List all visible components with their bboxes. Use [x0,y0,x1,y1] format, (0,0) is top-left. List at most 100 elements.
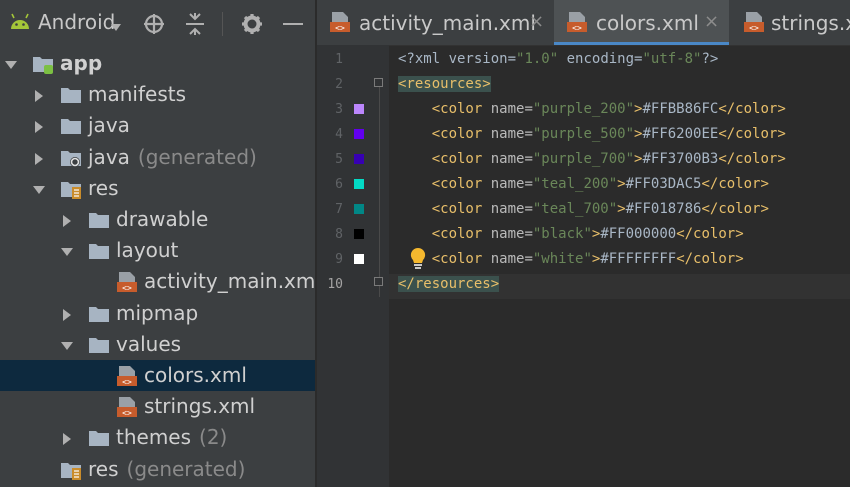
color-close-tag: </color> [718,126,786,142]
color-name-attr: name= [482,226,533,242]
tree-item-label: manifests [88,82,186,106]
code-line[interactable]: <?xml version="1.0" encoding="utf-8"?> [398,47,718,72]
code-line[interactable]: <color name="black">#FF000000</color> [398,222,744,247]
tree-item-drawable[interactable]: drawable [0,204,315,235]
color-swatch[interactable] [354,154,364,164]
line-number: 6 [335,177,343,192]
color-swatch[interactable] [354,104,364,114]
color-open-tag: <color [431,101,483,117]
code-line[interactable]: <resources> [398,72,491,97]
folder-icon [88,303,110,325]
resources-close-tag: </resources> [398,276,500,292]
expand-arrow-icon[interactable] [60,244,73,258]
tree-item-label: java [88,113,130,137]
tree-item-label: res [88,176,119,200]
editor-area: <> activity_main.xml × <> colors.xml × <… [317,0,850,487]
tree-item-label: java (generated) [88,145,257,169]
svg-text:<>: <> [122,284,132,293]
color-open-tag: <color [431,201,483,217]
color-swatch[interactable] [354,229,364,239]
code-line[interactable]: <color name="purple_700">#FF3700B3</colo… [398,147,786,172]
tab-activity-main[interactable]: <> activity_main.xml × [317,0,551,45]
tree-item-res[interactable]: res [0,173,315,204]
code-line[interactable]: <color name="white">#FFFFFFFF</color> [398,247,744,272]
collapse-arrow-icon[interactable] [32,88,44,103]
xml-file-icon: <> [116,271,138,293]
close-icon[interactable]: × [529,11,544,32]
tree-item-manifests[interactable]: manifests [0,79,315,110]
svg-text:<>: <> [749,24,759,33]
color-name-value: "white" [532,251,592,267]
editor-tabbar: <> activity_main.xml × <> colors.xml × <… [317,0,850,46]
code-editor[interactable]: <?xml version="1.0" encoding="utf-8"?> <r… [389,45,850,487]
collapse-arrow-icon[interactable] [60,307,72,321]
expand-arrow-icon[interactable] [60,338,73,352]
tree-item-java[interactable]: java (generated) [0,142,315,173]
tree-item-java[interactable]: java [0,110,315,141]
project-toolbar: Android [0,0,315,48]
tab-colors[interactable]: <> colors.xml × [554,0,729,45]
tree-item-strings-xml[interactable]: <> strings.xml [0,391,315,422]
editor-gutter[interactable]: 1 2 3 4 5 6 7 8 9 10 [317,45,389,487]
collapse-arrow-icon[interactable] [60,213,72,227]
xml-file-icon: <> [116,365,138,387]
fold-marker[interactable] [374,277,383,286]
collapse-arrow-icon[interactable] [32,119,44,134]
tree-item-activity-main-xml[interactable]: <> activity_main.xml [0,266,315,297]
tree-item-app[interactable]: app [0,48,315,79]
line-number: 3 [335,102,343,117]
target-icon[interactable] [143,13,165,39]
color-swatch[interactable] [354,179,364,189]
dropdown-icon[interactable] [110,18,122,37]
collapse-all-icon[interactable] [185,13,205,39]
tree-item-themes[interactable]: themes (2) [0,422,315,453]
tree-item-values[interactable]: values [0,329,315,360]
code-line[interactable]: <color name="purple_500">#FF6200EE</colo… [398,122,786,147]
tree-item-layout[interactable]: layout [0,235,315,266]
xml-version-value: "1.0" [516,51,559,67]
color-hex-value: #FF000000 [600,226,677,242]
color-swatch[interactable] [354,204,364,214]
code-line[interactable]: <color name="purple_200">#FFBB86FC</colo… [398,97,786,122]
line-number: 4 [335,127,343,142]
fold-marker[interactable] [374,78,383,87]
line-number: 9 [335,252,343,267]
collapse-arrow-icon[interactable] [32,151,44,165]
tree-item-colors-xml[interactable]: <> colors.xml [0,360,315,391]
tree-item-label: drawable [116,207,208,231]
tree-item-res[interactable]: res (generated) [0,454,315,485]
generated-folder-icon [60,147,82,169]
tab-strings[interactable]: <> strings.x [731,0,850,45]
color-open-tag: <color [431,151,483,167]
expand-arrow-icon[interactable] [4,57,17,71]
project-view-selector[interactable]: Android [38,10,115,34]
close-icon[interactable]: × [704,11,719,32]
project-panel: Android app manifests java java (generat… [0,0,315,487]
tree-item-name: activity_main.xml [144,269,315,294]
tab-label: strings.x [771,11,850,35]
color-swatch[interactable] [354,254,364,264]
folder-icon [88,334,110,356]
tree-item-label: res (generated) [88,457,245,481]
tree-item-suffix: (generated) [137,144,257,169]
folder-icon [88,209,110,231]
code-line[interactable]: </resources> [398,272,500,297]
tree-item-label: layout [116,238,178,262]
xml-declaration-close: ?> [701,51,719,67]
color-swatch[interactable] [354,129,364,139]
collapse-arrow-icon[interactable] [60,431,72,446]
color-open-tag: <color [431,176,483,192]
color-hex-value: #FF6200EE [642,126,719,142]
tree-item-label: colors.xml [144,363,247,387]
color-name-value: "purple_200" [532,101,635,117]
xml-file-icon: <> [566,11,588,37]
folder-icon [60,84,82,106]
gear-icon[interactable] [241,13,263,39]
code-line[interactable]: <color name="teal_700">#FF018786</color> [398,197,769,222]
line-number: 5 [335,152,343,167]
expand-arrow-icon[interactable] [32,182,45,196]
code-line[interactable]: <color name="teal_200">#FF03DAC5</color> [398,172,769,197]
xml-encoding-value: "utf-8" [642,51,702,67]
tree-item-mipmap[interactable]: mipmap [0,298,315,329]
minimize-icon[interactable] [283,23,303,25]
